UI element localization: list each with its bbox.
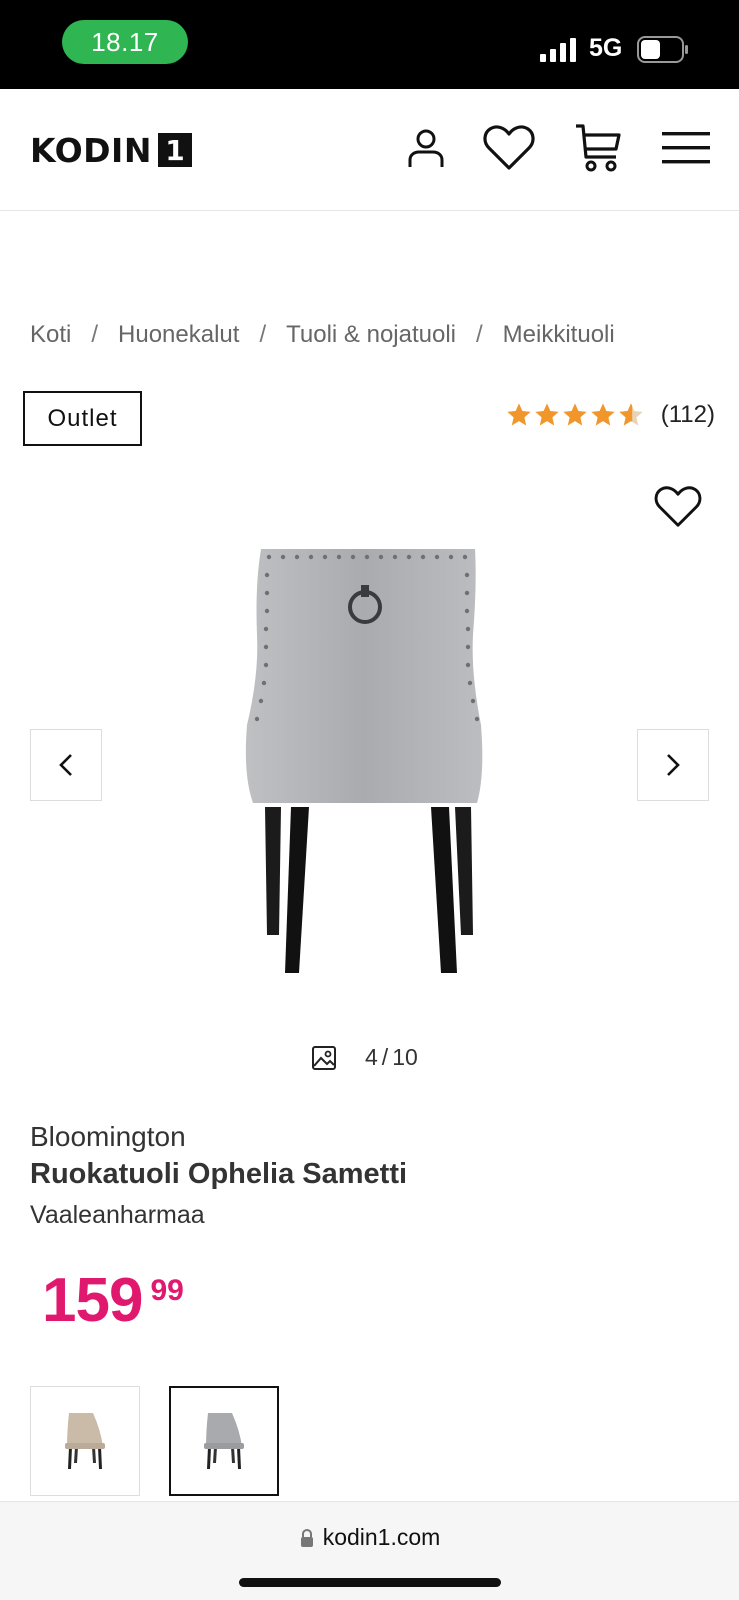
status-time: 18.17 bbox=[62, 20, 188, 64]
rating-stars bbox=[505, 401, 645, 429]
gallery-next-button[interactable] bbox=[637, 729, 709, 801]
chevron-left-icon bbox=[59, 754, 72, 776]
logo-number: 1 bbox=[157, 133, 192, 167]
add-to-wishlist-button[interactable] bbox=[650, 479, 706, 535]
product-title: Ruokatuoli Ophelia Sametti bbox=[30, 1158, 408, 1190]
user-icon bbox=[408, 129, 444, 167]
url-text: kodin1.com bbox=[322, 1524, 441, 1550]
product-color: Vaaleanharmaa bbox=[30, 1201, 205, 1229]
breadcrumb-item-koti[interactable]: Koti bbox=[30, 321, 71, 349]
signal-icon bbox=[540, 38, 576, 62]
price-integer: 159 bbox=[42, 1266, 143, 1335]
star-icon bbox=[507, 403, 531, 426]
star-icon bbox=[535, 403, 559, 426]
breadcrumb-separator: / bbox=[476, 321, 483, 348]
product-price: 159 99 bbox=[42, 1270, 184, 1332]
wishlist-button[interactable] bbox=[480, 119, 538, 177]
gallery-counter-separator: / bbox=[381, 1044, 389, 1070]
breadcrumb-item-tuoli[interactable]: Tuoli & nojatuoli bbox=[286, 321, 456, 349]
heart-icon bbox=[654, 486, 702, 527]
variant-thumbnail-grey[interactable] bbox=[169, 1386, 279, 1496]
rating-count: (112) bbox=[660, 401, 715, 428]
chair-thumbnail-beige bbox=[65, 1413, 105, 1469]
lock-icon bbox=[300, 1528, 313, 1547]
heart-icon bbox=[483, 125, 535, 170]
browser-url-bar[interactable]: kodin1.com bbox=[0, 1501, 739, 1600]
star-icon bbox=[563, 403, 587, 426]
chair-thumbnail-grey bbox=[204, 1413, 244, 1469]
gallery-counter: 4 / 10 bbox=[311, 1044, 418, 1071]
product-image[interactable] bbox=[235, 545, 505, 977]
gallery-prev-button[interactable] bbox=[30, 729, 102, 801]
cart-icon bbox=[576, 124, 621, 172]
price-decimals: 99 bbox=[150, 1274, 184, 1307]
breadcrumb: Koti / Huonekalut / Tuoli & nojatuoli / … bbox=[30, 321, 615, 349]
product-rating[interactable]: (112) bbox=[505, 401, 715, 429]
variant-thumbnail-beige[interactable] bbox=[30, 1386, 140, 1496]
menu-icon bbox=[662, 132, 710, 164]
home-indicator[interactable] bbox=[239, 1578, 501, 1587]
breadcrumb-separator: / bbox=[259, 321, 267, 348]
breadcrumb-separator: / bbox=[91, 321, 99, 348]
site-header: KODIN 1 bbox=[0, 89, 739, 211]
product-brand[interactable]: Bloomington bbox=[30, 1121, 186, 1153]
breadcrumb-item-meikkituoli[interactable]: Meikkituoli bbox=[503, 321, 615, 349]
account-button[interactable] bbox=[397, 119, 455, 177]
chevron-right-icon bbox=[667, 754, 680, 776]
status-bar: 18.17 5G bbox=[0, 0, 739, 89]
image-icon bbox=[312, 1045, 336, 1070]
battery-icon bbox=[637, 36, 688, 63]
breadcrumb-item-huonekalut[interactable]: Huonekalut bbox=[118, 321, 239, 349]
logo-text: KODIN bbox=[30, 130, 152, 170]
menu-button[interactable] bbox=[657, 119, 715, 177]
gallery-current-index: 4 bbox=[365, 1044, 378, 1070]
gallery-total: 10 bbox=[392, 1044, 418, 1070]
site-logo[interactable]: KODIN 1 bbox=[30, 127, 192, 173]
outlet-badge: Outlet bbox=[23, 391, 142, 446]
star-icon bbox=[591, 403, 615, 426]
star-half-icon bbox=[619, 403, 643, 426]
url-display[interactable]: kodin1.com bbox=[0, 1524, 739, 1551]
cart-button[interactable] bbox=[569, 119, 627, 177]
network-type: 5G bbox=[589, 34, 623, 62]
